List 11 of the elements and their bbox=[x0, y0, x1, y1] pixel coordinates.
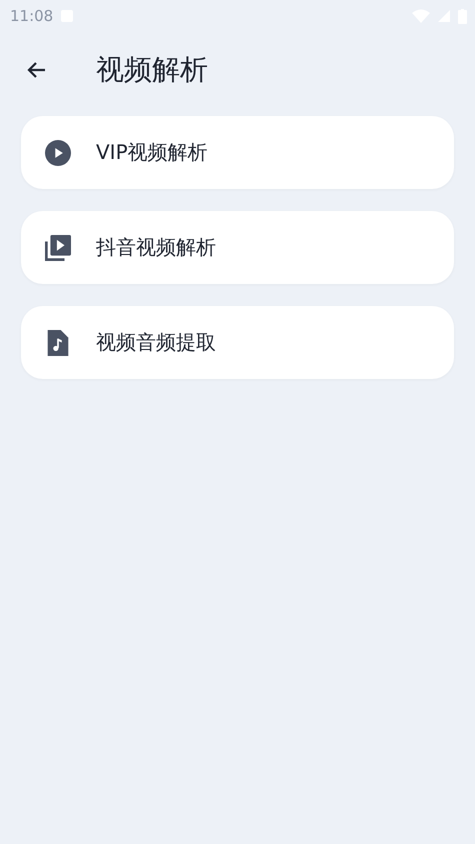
music-file-icon bbox=[45, 330, 71, 356]
video-library-icon bbox=[45, 234, 71, 260]
menu-label: VIP视频解析 bbox=[96, 139, 208, 166]
menu-label: 视频音频提取 bbox=[96, 329, 216, 356]
menu-card[interactable]: VIP视频解析 bbox=[21, 116, 454, 189]
menu-card[interactable]: 视频音频提取 bbox=[21, 306, 454, 379]
page-title: 视频解析 bbox=[96, 52, 208, 88]
status-time: 11:08 bbox=[10, 7, 54, 25]
menu-card[interactable]: 抖音视频解析 bbox=[21, 211, 454, 284]
menu-label: 抖音视频解析 bbox=[96, 234, 216, 261]
play-icon bbox=[45, 140, 71, 166]
